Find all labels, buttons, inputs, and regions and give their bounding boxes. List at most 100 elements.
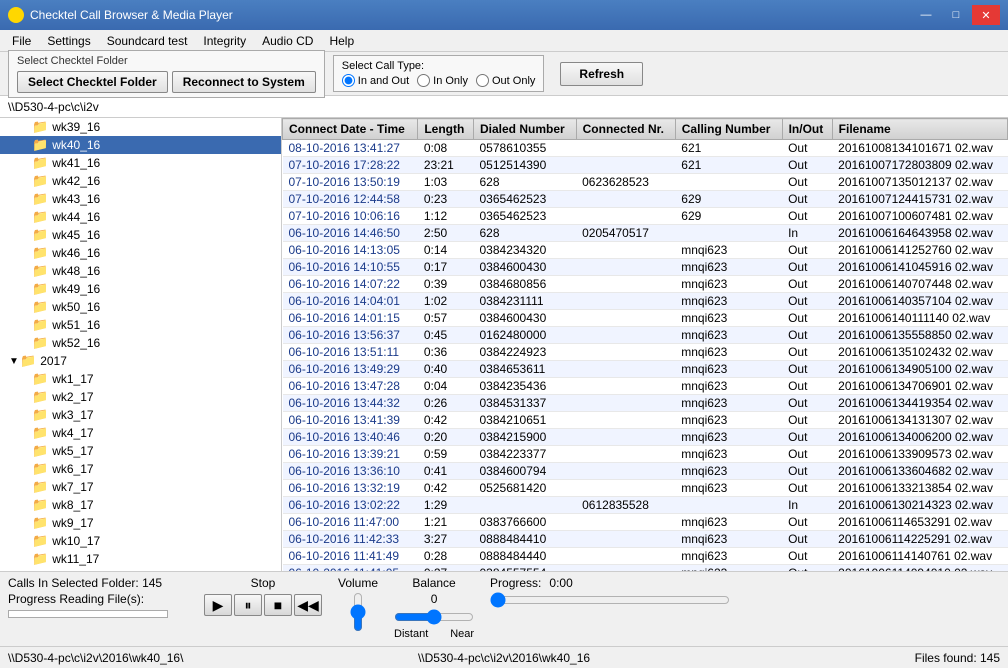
menu-soundcard[interactable]: Soundcard test (99, 32, 196, 50)
radio-inonly[interactable]: In Only (417, 74, 468, 87)
tree-item-label: wk11_17 (52, 552, 99, 566)
menu-audiocd[interactable]: Audio CD (254, 32, 321, 50)
tree-item-wk6_17[interactable]: 📁wk6_17 (0, 460, 281, 478)
table-row[interactable]: 06-10-2016 11:47:001:210383766600mnqi623… (283, 514, 1008, 531)
tree-item-label: wk5_17 (52, 444, 93, 458)
menu-settings[interactable]: Settings (39, 32, 98, 50)
tree-item-wk51_16[interactable]: 📁wk51_16 (0, 316, 281, 334)
tree-item-wk3_17[interactable]: 📁wk3_17 (0, 406, 281, 424)
tree-item-wk1_17[interactable]: 📁wk1_17 (0, 370, 281, 388)
tree-item-wk9_17[interactable]: 📁wk9_17 (0, 514, 281, 532)
close-button[interactable]: ✕ (972, 5, 1000, 25)
table-row[interactable]: 06-10-2016 14:07:220:390384680856mnqi623… (283, 276, 1008, 293)
tree-item-wk49_16[interactable]: 📁wk49_16 (0, 280, 281, 298)
table-row[interactable]: 06-10-2016 13:44:320:260384531337mnqi623… (283, 395, 1008, 412)
table-row[interactable]: 06-10-2016 14:10:550:170384600430mnqi623… (283, 259, 1008, 276)
menu-file[interactable]: File (4, 32, 39, 50)
tree-item-label: wk42_16 (52, 174, 100, 188)
table-row[interactable]: 06-10-2016 11:42:333:270888484410mnqi623… (283, 531, 1008, 548)
table-cell-in/out: Out (782, 395, 832, 412)
table-cell-filename: 20161006140357104 02.wav (832, 293, 1007, 310)
table-cell-connectdate-time: 07-10-2016 10:06:16 (283, 208, 418, 225)
tree-item-wk45_16[interactable]: 📁wk45_16 (0, 226, 281, 244)
tree-item-wk5_17[interactable]: 📁 wk5_17 (0, 442, 281, 460)
calls-table: Connect Date - Time Length Dialed Number… (282, 118, 1008, 571)
folder-icon: 📁 (32, 443, 48, 459)
table-cell-length: 0:17 (418, 259, 474, 276)
table-cell-connectdate-time: 06-10-2016 13:32:19 (283, 480, 418, 497)
tree-item-label: wk4_17 (52, 426, 93, 440)
tree-item-wk41_16[interactable]: 📁wk41_16 (0, 154, 281, 172)
maximize-button[interactable]: □ (942, 5, 970, 25)
prev-button[interactable]: ◀◀ (294, 594, 322, 616)
tree-item-wk11_17[interactable]: 📁wk11_17 (0, 550, 281, 568)
tree-item-wk8_17[interactable]: 📁wk8_17 (0, 496, 281, 514)
table-row[interactable]: 06-10-2016 11:41:050:270384557554mnqi623… (283, 565, 1008, 572)
table-row[interactable]: 06-10-2016 13:40:460:200384215900mnqi623… (283, 429, 1008, 446)
table-row[interactable]: 07-10-2016 12:44:580:230365462523629Out2… (283, 191, 1008, 208)
menu-integrity[interactable]: Integrity (195, 32, 254, 50)
table-row[interactable]: 06-10-2016 13:36:100:410384600794mnqi623… (283, 463, 1008, 480)
balance-section: Balance 0 Distant Near (394, 576, 474, 640)
table-cell-dialednumber: 0384600794 (474, 463, 577, 480)
folder-section-label: Select Checktel Folder (17, 55, 316, 67)
pause-button[interactable]: ⏸ (234, 594, 262, 616)
table-row[interactable]: 06-10-2016 11:41:490:280888484440mnqi623… (283, 548, 1008, 565)
radio-outonly[interactable]: Out Only (476, 74, 535, 87)
table-row[interactable]: 06-10-2016 14:04:011:020384231111mnqi623… (283, 293, 1008, 310)
select-folder-button[interactable]: Select Checktel Folder (17, 71, 168, 93)
tree-item-wk39_16[interactable]: 📁wk39_16 (0, 118, 281, 136)
table-row[interactable]: 06-10-2016 13:47:280:040384235436mnqi623… (283, 378, 1008, 395)
minimize-button[interactable]: — (912, 5, 940, 25)
stop-button[interactable]: ■ (264, 594, 292, 616)
play-button[interactable]: ▶ (204, 594, 232, 616)
table-cell-callingnumber: mnqi623 (675, 361, 782, 378)
table-row[interactable]: 07-10-2016 10:06:161:120365462523629Out2… (283, 208, 1008, 225)
radio-inout[interactable]: In and Out (342, 74, 409, 87)
tree-item-wk46_16[interactable]: 📁wk46_16 (0, 244, 281, 262)
tree-item-wk2_17[interactable]: 📁wk2_17 (0, 388, 281, 406)
tree-item-wk52_16[interactable]: 📁wk52_16 (0, 334, 281, 352)
tree-item-2017[interactable]: ▼📁2017 (0, 352, 281, 370)
tree-item-wk44_16[interactable]: 📁wk44_16 (0, 208, 281, 226)
table-row[interactable]: 06-10-2016 14:13:050:140384234320mnqi623… (283, 242, 1008, 259)
playback-progress-slider[interactable] (490, 592, 730, 608)
window-title: Checktel Call Browser & Media Player (30, 8, 233, 22)
table-cell-filename: 20161006133604682 02.wav (832, 463, 1007, 480)
table-row[interactable]: 06-10-2016 13:02:221:290612835528In20161… (283, 497, 1008, 514)
tree-item-wk42_16[interactable]: 📁wk42_16 (0, 172, 281, 190)
reconnect-button[interactable]: Reconnect to System (172, 71, 316, 93)
table-cell-callingnumber: 629 (675, 191, 782, 208)
table-row[interactable]: 06-10-2016 13:39:210:590384223377mnqi623… (283, 446, 1008, 463)
tree-item-label: wk3_17 (52, 408, 93, 422)
table-row[interactable]: 06-10-2016 13:56:370:450162480000mnqi623… (283, 327, 1008, 344)
tree-item-label: wk45_16 (52, 228, 100, 242)
tree-item-wk7_17[interactable]: 📁wk7_17 (0, 478, 281, 496)
tree-item-wk10_17[interactable]: 📁wk10_17 (0, 532, 281, 550)
tree-item-wk50_16[interactable]: 📁wk50_16 (0, 298, 281, 316)
volume-slider[interactable] (348, 592, 368, 632)
tree-item-wk40_16[interactable]: 📁wk40_16 (0, 136, 281, 154)
progress-time: 0:00 (549, 576, 572, 590)
menu-help[interactable]: Help (321, 32, 362, 50)
table-cell-filename: 20161006133909573 02.wav (832, 446, 1007, 463)
table-row[interactable]: 07-10-2016 13:50:191:036280623628523Out2… (283, 174, 1008, 191)
table-row[interactable]: 06-10-2016 14:46:502:506280205470517In20… (283, 225, 1008, 242)
table-row[interactable]: 07-10-2016 17:28:2223:210512514390621Out… (283, 157, 1008, 174)
table-row[interactable]: 06-10-2016 13:51:110:360384224923mnqi623… (283, 344, 1008, 361)
tree-item-wk43_16[interactable]: 📁wk43_16 (0, 190, 281, 208)
tree-item-wk4_17[interactable]: 📁wk4_17 (0, 424, 281, 442)
table-cell-length: 0:08 (418, 140, 474, 157)
table-row[interactable]: 06-10-2016 14:01:150:570384600430mnqi623… (283, 310, 1008, 327)
balance-slider[interactable] (394, 608, 474, 626)
table-cell-dialednumber: 0383766600 (474, 514, 577, 531)
col-connected: Connected Nr. (576, 119, 675, 140)
table-cell-callingnumber: mnqi623 (675, 514, 782, 531)
table-row[interactable]: 06-10-2016 13:32:190:420525681420mnqi623… (283, 480, 1008, 497)
table-row[interactable]: 06-10-2016 13:41:390:420384210651mnqi623… (283, 412, 1008, 429)
table-row[interactable]: 06-10-2016 13:49:290:400384653611mnqi623… (283, 361, 1008, 378)
table-row[interactable]: 08-10-2016 13:41:270:080578610355621Out2… (283, 140, 1008, 157)
table-cell-connectdate-time: 06-10-2016 14:01:15 (283, 310, 418, 327)
refresh-button[interactable]: Refresh (560, 62, 643, 86)
tree-item-wk48_16[interactable]: 📁wk48_16 (0, 262, 281, 280)
